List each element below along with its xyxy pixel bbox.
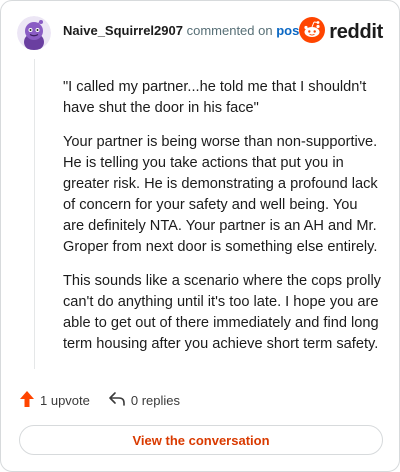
reddit-wordmark: reddit [329,21,383,43]
comment-actions: 1 upvote 0 replies [19,389,198,411]
upvote-button[interactable]: 1 upvote [19,390,90,411]
replies-button[interactable]: 0 replies [108,391,180,410]
reddit-logo-icon [299,17,326,48]
comment-attribution: Naive_Squirrel2907 commented on post [63,23,304,39]
embedded-comment-card: Naive_Squirrel2907 commented on post red… [0,0,400,472]
snoo-avatar-icon[interactable] [17,16,51,50]
thread-line [34,59,35,369]
replies-count: 0 replies [130,392,181,408]
view-conversation-button[interactable]: View the conversation [19,425,383,455]
reply-arrow-icon [108,391,126,410]
commented-on-text: commented on [186,23,273,38]
reddit-brand[interactable]: reddit [299,17,383,48]
comment-paragraph: This sounds like a scenario where the co… [63,273,381,352]
upvote-arrow-icon [19,390,35,411]
comment-paragraph: "I called my partner...he told me that I… [63,79,367,116]
username-link[interactable]: Naive_Squirrel2907 [63,23,183,38]
comment-body: "I called my partner...he told me that I… [63,77,381,368]
comment-header: Naive_Squirrel2907 commented on post red… [17,15,383,51]
comment-paragraph: Your partner is being worse than non-sup… [63,134,378,255]
upvote-count: 1 upvote [40,392,90,408]
